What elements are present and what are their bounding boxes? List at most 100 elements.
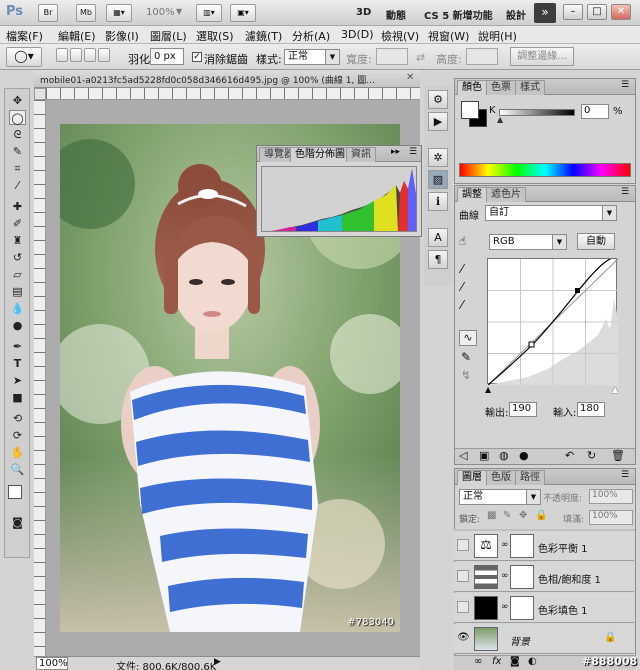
tab-masks[interactable]: 遮色片 (486, 187, 526, 202)
fill-input[interactable]: 100% (589, 510, 633, 525)
curve-point-tool-icon[interactable]: ∿ (459, 330, 477, 346)
collapse-panel-icon[interactable]: ▸▸ (391, 147, 400, 157)
black-point-eyedropper-icon[interactable]: ⁄ (461, 262, 463, 276)
minimize-icon[interactable]: – (563, 4, 583, 20)
height-input[interactable] (466, 48, 498, 65)
hand-tool-icon[interactable]: ✋ (9, 445, 26, 460)
visibility-toggle[interactable] (457, 539, 469, 551)
close-icon[interactable]: ✕ (611, 4, 631, 20)
lock-all-icon[interactable]: 🔒 (535, 510, 547, 521)
eraser-tool-icon[interactable]: ▱ (9, 267, 26, 282)
workspace-new-features[interactable]: CS 5 新增功能 (424, 7, 493, 22)
reset-icon[interactable]: ↻ (587, 449, 596, 462)
3d-rotate-tool-icon[interactable]: ⟲ (9, 411, 26, 426)
history-brush-tool-icon[interactable]: ↺ (9, 250, 26, 265)
layer-mask-thumb[interactable] (510, 534, 534, 558)
antialias-checkbox[interactable]: ✓ (192, 52, 202, 62)
white-point-eyedropper-icon[interactable]: ⁄ (461, 298, 463, 312)
ruler-origin[interactable] (34, 88, 46, 100)
dodge-tool-icon[interactable]: ● (9, 318, 26, 333)
type-tool-icon[interactable]: T (9, 356, 26, 371)
opacity-input[interactable]: 100% (589, 489, 633, 504)
view-extras-button[interactable]: ▦▾ (106, 4, 132, 22)
intersect-selection-icon[interactable] (98, 48, 110, 62)
shape-tool-icon[interactable]: ■ (9, 390, 26, 405)
marquee-tool-icon[interactable]: ◯ (9, 110, 26, 125)
marquee-preset-icon[interactable]: ◯▾ (6, 47, 42, 67)
clip-to-layer-icon[interactable]: ◍ (499, 449, 509, 462)
menu-window[interactable]: 視窗(W) (428, 28, 469, 44)
menu-edit[interactable]: 編輯(E) (58, 28, 96, 44)
tab-styles[interactable]: 樣式 (515, 80, 545, 95)
menu-layer[interactable]: 圖層(L) (150, 28, 187, 44)
maximize-icon[interactable]: □ (587, 4, 607, 20)
tab-histogram[interactable]: 色階分佈圖 (290, 147, 350, 162)
info-panel-icon[interactable]: ℹ (428, 192, 448, 211)
back-arrow-icon[interactable]: ◁ (459, 449, 467, 462)
menu-image[interactable]: 影像(I) (105, 28, 139, 44)
menu-analysis[interactable]: 分析(A) (292, 28, 330, 44)
visibility-eye-icon[interactable]: ● (519, 449, 529, 462)
history-panel-icon[interactable]: ⚙ (428, 90, 448, 109)
healing-tool-icon[interactable]: ✚ (9, 199, 26, 214)
view-previous-icon[interactable]: ↶ (565, 449, 574, 462)
tab-adjustments[interactable]: 調整 (457, 187, 487, 202)
tab-channels[interactable]: 色版 (486, 470, 516, 485)
k-slider-track[interactable] (499, 109, 575, 116)
clone-stamp-tool-icon[interactable]: ♜ (9, 233, 26, 248)
character-panel-icon[interactable]: A (428, 228, 448, 247)
visibility-toggle[interactable] (457, 570, 469, 582)
lock-transparent-icon[interactable]: ▩ (487, 510, 496, 521)
link-layers-icon[interactable]: ∞ (474, 656, 482, 667)
add-mask-icon[interactable]: ◙ (510, 656, 520, 667)
workspace-3d[interactable]: 3D (356, 7, 371, 18)
output-input[interactable]: 190 (509, 402, 537, 417)
expand-view-icon[interactable]: ▣ (479, 449, 489, 462)
pencil-draw-icon[interactable]: ✎ (461, 350, 471, 364)
tab-color[interactable]: 顏色 (457, 80, 487, 95)
black-slider-handle-icon[interactable]: ▲ (485, 385, 491, 394)
status-arrow-icon[interactable]: ▶ (214, 657, 221, 667)
curves-graph[interactable] (487, 257, 619, 386)
auto-button[interactable]: 自動 (577, 233, 615, 250)
add-selection-icon[interactable] (70, 48, 82, 62)
width-input[interactable] (376, 48, 408, 65)
new-selection-icon[interactable] (56, 48, 68, 62)
menu-select[interactable]: 選取(S) (196, 28, 234, 44)
quick-mask-icon[interactable]: ◙ (9, 515, 26, 530)
quick-select-tool-icon[interactable]: ✎ (9, 144, 26, 159)
layer-mask-thumb[interactable] (510, 565, 534, 589)
zoom-tool-icon[interactable]: 🔍 (9, 462, 26, 477)
lock-pixels-icon[interactable]: ✎ (503, 510, 511, 521)
actions-panel-icon[interactable]: ▶ (428, 112, 448, 131)
blend-mode-select[interactable]: 正常 ▼ (459, 489, 541, 505)
zoom-input[interactable]: 100% (36, 657, 68, 670)
input-input[interactable]: 180 (577, 402, 605, 417)
k-value-input[interactable]: 0 (581, 104, 609, 119)
panel-menu-icon[interactable]: ☰ (621, 187, 629, 197)
tab-layers[interactable]: 圖層 (457, 470, 487, 485)
menu-filter[interactable]: 濾鏡(T) (245, 28, 282, 44)
layer-row[interactable]: ∞ 色彩填色 1 (454, 593, 634, 623)
fg-color-swatch[interactable] (461, 101, 479, 119)
3d-orbit-tool-icon[interactable]: ⟳ (9, 428, 26, 443)
layer-mask-thumb[interactable] (510, 596, 534, 620)
panel-menu-icon[interactable]: ☰ (621, 80, 629, 90)
panel-menu-icon[interactable]: ☰ (409, 147, 417, 157)
close-document-icon[interactable]: ✕ (406, 72, 414, 83)
layer-row[interactable]: ∞ 色相/飽和度 1 (454, 562, 634, 592)
menu-view[interactable]: 檢視(V) (381, 28, 419, 44)
pen-tool-icon[interactable]: ✒ (9, 339, 26, 354)
mini-bridge-button[interactable]: Mb (76, 4, 96, 22)
path-select-tool-icon[interactable]: ➤ (9, 373, 26, 388)
blur-tool-icon[interactable]: 💧 (9, 301, 26, 316)
style-select[interactable]: 正常 ▼ (284, 49, 340, 65)
eyedropper-tool-icon[interactable]: ⁄ (9, 178, 26, 193)
slider-handle-icon[interactable]: ▲ (497, 115, 503, 124)
crop-tool-icon[interactable]: ⌗ (9, 161, 26, 176)
navigator-panel-icon[interactable]: ✲ (428, 148, 448, 167)
workspace-design[interactable]: 設計 (506, 7, 526, 22)
tab-swatches[interactable]: 色票 (486, 80, 516, 95)
screen-mode-button[interactable]: ▣▾ (230, 4, 256, 22)
channel-select[interactable]: RGB ▼ (489, 234, 567, 250)
